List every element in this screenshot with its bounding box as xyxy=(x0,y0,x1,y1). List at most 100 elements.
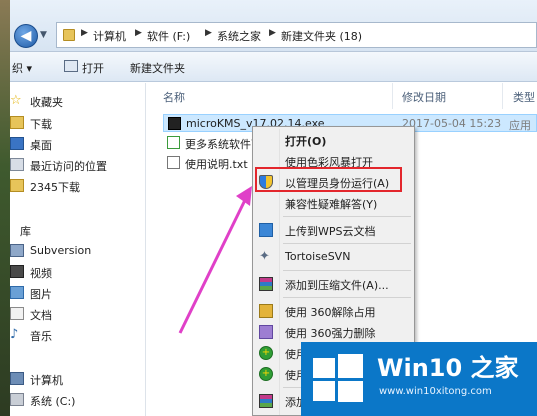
navigation-pane: ☆ 收藏夹 下载 桌面 最近访问的位置 2345下载 库 Subversion … xyxy=(10,83,146,416)
column-header-type[interactable]: 类型 xyxy=(513,89,535,105)
column-header-modified[interactable]: 修改日期 xyxy=(402,89,446,105)
menu-item-add-to-archive[interactable]: 添加到压缩文件(A)... xyxy=(253,273,414,295)
menu-item-label: 打开(O) xyxy=(285,135,327,148)
breadcrumb-separator-icon[interactable]: ▶ xyxy=(269,28,276,38)
pictures-icon xyxy=(10,286,24,299)
menu-item-upload-wps[interactable]: 上传到WPS云文档 xyxy=(253,219,414,241)
nav-item-label: 图片 xyxy=(30,288,52,301)
menu-item-label: 使用 360强力删除 xyxy=(285,327,376,340)
star-icon: ☆ xyxy=(10,93,22,108)
breadcrumb-drive-f[interactable]: 软件 (F:) xyxy=(147,28,190,44)
nav-favorites-label: 收藏夹 xyxy=(30,96,63,109)
nav-item-label: 音乐 xyxy=(30,330,52,343)
nav-item-label: 下载 xyxy=(30,118,52,131)
breadcrumb-new-folder-18[interactable]: 新建文件夹 (18) xyxy=(281,28,362,44)
winrar-archive-icon xyxy=(259,394,273,408)
menu-separator xyxy=(283,270,411,271)
file-row-more-software[interactable]: 更多系统软件下 xyxy=(163,134,263,152)
tortoise-icon: ✦ xyxy=(259,249,270,264)
menu-item-360-unlock[interactable]: 使用 360解除占用 xyxy=(253,300,414,322)
360-unlock-icon xyxy=(259,304,273,318)
music-note-icon: ♪ xyxy=(10,327,19,342)
highlight-box xyxy=(255,167,402,192)
file-date: 2017-05-04 15:23 xyxy=(402,117,502,130)
desktop-icon xyxy=(10,137,24,150)
menu-item-compat-troubleshoot[interactable]: 兼容性疑难解答(Y) xyxy=(253,192,414,214)
back-arrow-icon[interactable]: ◀ xyxy=(14,24,38,48)
column-divider[interactable] xyxy=(392,83,393,109)
menu-item-open[interactable]: 打开(O) xyxy=(253,129,414,151)
breadcrumb-xitongzhijia[interactable]: 系统之家 xyxy=(217,28,261,44)
menu-separator xyxy=(283,297,411,298)
nav-item-label: Subversion xyxy=(30,244,92,257)
menu-item-label: 使用 360解除占用 xyxy=(285,306,376,319)
watermark-title: Win10 之家 xyxy=(377,354,519,382)
nav-item-subversion[interactable]: Subversion xyxy=(10,241,146,261)
menu-separator xyxy=(283,243,411,244)
breadcrumb-separator-icon[interactable]: ▶ xyxy=(135,28,142,38)
360-shredder-icon xyxy=(259,325,273,339)
file-name: 使用说明.txt xyxy=(185,158,248,171)
file-type: 应用 xyxy=(509,119,531,132)
360-scan-icon: + xyxy=(259,346,273,360)
hard-drive-icon xyxy=(10,393,24,406)
new-folder-button[interactable]: 新建文件夹 xyxy=(130,60,185,76)
nav-item-label: 2345下载 xyxy=(30,181,80,194)
nav-item-pictures[interactable]: 图片 xyxy=(10,283,146,303)
menu-item-tortoisesvn[interactable]: ✦ TortoiseSVN xyxy=(253,246,414,268)
column-header-name[interactable]: 名称 xyxy=(163,89,185,105)
menu-item-label: 上传到WPS云文档 xyxy=(285,225,376,238)
nav-item-desktop[interactable]: 桌面 xyxy=(10,134,146,154)
documents-icon xyxy=(10,307,24,320)
computer-icon xyxy=(10,372,24,385)
nav-item-recent-places[interactable]: 最近访问的位置 xyxy=(10,155,146,175)
breadcrumb[interactable]: ▶ 计算机 ▶ 软件 (F:) ▶ 系统之家 ▶ 新建文件夹 (18) xyxy=(56,22,537,48)
column-divider[interactable] xyxy=(502,83,503,109)
nav-item-label: 最近访问的位置 xyxy=(30,160,107,173)
desktop-background-strip xyxy=(0,0,10,416)
file-row-readme[interactable]: 使用说明.txt xyxy=(163,154,263,172)
library-icon xyxy=(10,244,24,257)
watermark-banner: Win10 之家 www.win10xitong.com xyxy=(301,342,537,416)
history-dropdown-icon[interactable]: ▼ xyxy=(40,28,52,42)
nav-favorites[interactable]: ☆ 收藏夹 xyxy=(10,91,146,111)
nav-item-label: 视频 xyxy=(30,267,52,280)
text-file-icon xyxy=(167,156,180,169)
windows-logo-icon xyxy=(313,354,363,402)
nav-item-label: 文档 xyxy=(30,309,52,322)
nav-item-drive-c[interactable]: 系统 (C:) xyxy=(10,390,146,410)
nav-item-2345-downloads[interactable]: 2345下载 xyxy=(10,176,146,196)
menu-item-label: TortoiseSVN xyxy=(285,250,351,263)
html-file-icon xyxy=(167,136,180,149)
breadcrumb-separator-icon[interactable]: ▶ xyxy=(205,28,212,38)
folder-icon xyxy=(63,29,75,41)
watermark-url: www.win10xitong.com xyxy=(379,386,492,397)
organize-button[interactable]: 织 ▾ xyxy=(12,60,32,76)
breadcrumb-separator-icon[interactable]: ▶ xyxy=(81,28,88,38)
command-toolbar: 织 ▾ 打开 新建文件夹 xyxy=(10,52,537,82)
nav-libraries-label: 库 xyxy=(20,225,31,238)
nav-item-documents[interactable]: 文档 xyxy=(10,304,146,324)
nav-item-music[interactable]: ♪ 音乐 xyxy=(10,325,146,345)
breadcrumb-computer[interactable]: 计算机 xyxy=(93,28,126,44)
nav-item-videos[interactable]: 视频 xyxy=(10,262,146,282)
open-button[interactable]: 打开 xyxy=(82,60,104,76)
nav-item-label: 系统 (C:) xyxy=(30,395,76,408)
winrar-archive-icon xyxy=(259,277,273,291)
open-icon xyxy=(64,60,78,72)
nav-item-label: 桌面 xyxy=(30,139,52,152)
nav-computer-label: 计算机 xyxy=(30,374,63,387)
wps-cloud-icon xyxy=(259,223,273,237)
video-icon xyxy=(10,265,24,278)
360-scan-icon: + xyxy=(259,367,273,381)
nav-libraries[interactable]: 库 xyxy=(10,220,146,240)
menu-separator xyxy=(283,216,411,217)
nav-computer[interactable]: 计算机 xyxy=(10,369,146,389)
exe-file-icon xyxy=(168,117,181,130)
file-name: 更多系统软件下 xyxy=(185,138,262,151)
menu-item-label: 添加到压缩文件(A)... xyxy=(285,279,389,292)
nav-item-downloads[interactable]: 下载 xyxy=(10,113,146,133)
address-bar-region: ◀ ▼ ▶ 计算机 ▶ 软件 (F:) ▶ 系统之家 ▶ 新建文件夹 (18) xyxy=(10,0,537,52)
folder-icon xyxy=(10,116,24,129)
menu-item-360-force-delete[interactable]: 使用 360强力删除 xyxy=(253,321,414,343)
